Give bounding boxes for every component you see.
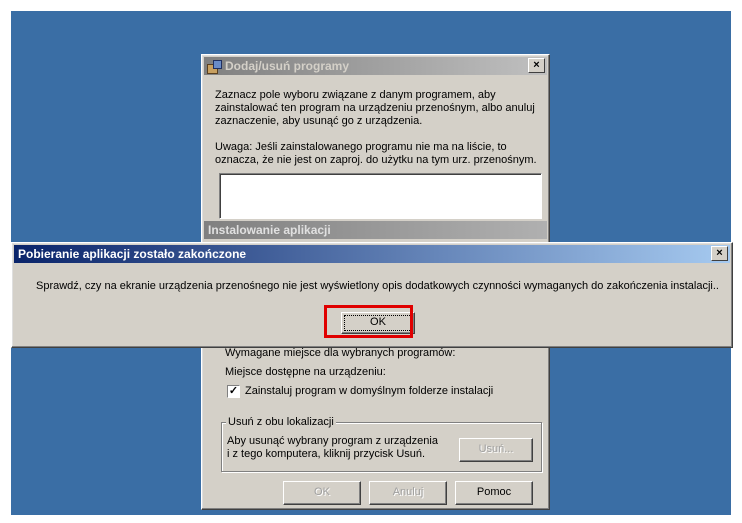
cancel-button[interactable]: Anuluj [369, 481, 447, 505]
install-default-label[interactable]: Zainstaluj program w domyślnym folderze … [245, 385, 493, 398]
remove-group-label: Usuń z obu lokalizacji [226, 416, 336, 428]
installing-banner: Instalowanie aplikacji [204, 221, 547, 239]
remove-button[interactable]: Usuń... [459, 438, 533, 462]
background-window-close-button[interactable]: × [528, 58, 545, 73]
dialog-close-button[interactable]: × [711, 246, 728, 261]
dialog-titlebar[interactable]: Pobieranie aplikacji zostało zakończone … [14, 245, 730, 263]
help-button[interactable]: Pomoc [455, 481, 533, 505]
background-window-title: Dodaj/usuń programy [225, 59, 350, 73]
warning-text-line2: oznacza, że nie jest on zaproj. do użytk… [215, 154, 537, 166]
install-default-checkbox[interactable]: ✓ [227, 385, 240, 398]
add-remove-programs-icon [206, 59, 222, 74]
available-space-label: Miejsce dostępne na urządzeniu: [225, 366, 386, 378]
remove-text-line1: Aby usunąć wybrany program z urządzenia [227, 435, 438, 447]
required-space-label: Wymagane miejsce dla wybranych programów… [225, 347, 456, 359]
warning-text-line1: Uwaga: Jeśli zainstalowanego programu ni… [215, 141, 507, 153]
program-list[interactable] [219, 173, 542, 219]
remove-text-line2: i z tego komputera, kliknij przycisk Usu… [227, 448, 426, 460]
instructions-text: Zaznacz pole wyboru związane z danym pro… [215, 89, 535, 127]
ok-button-highlight [324, 305, 413, 338]
dialog-message: Sprawdź, czy na ekranie urządzenia przen… [36, 280, 719, 292]
dialog-title: Pobieranie aplikacji zostało zakończone [18, 247, 247, 261]
background-ok-button[interactable]: OK [283, 481, 361, 505]
background-window-titlebar[interactable]: Dodaj/usuń programy × [204, 57, 547, 75]
